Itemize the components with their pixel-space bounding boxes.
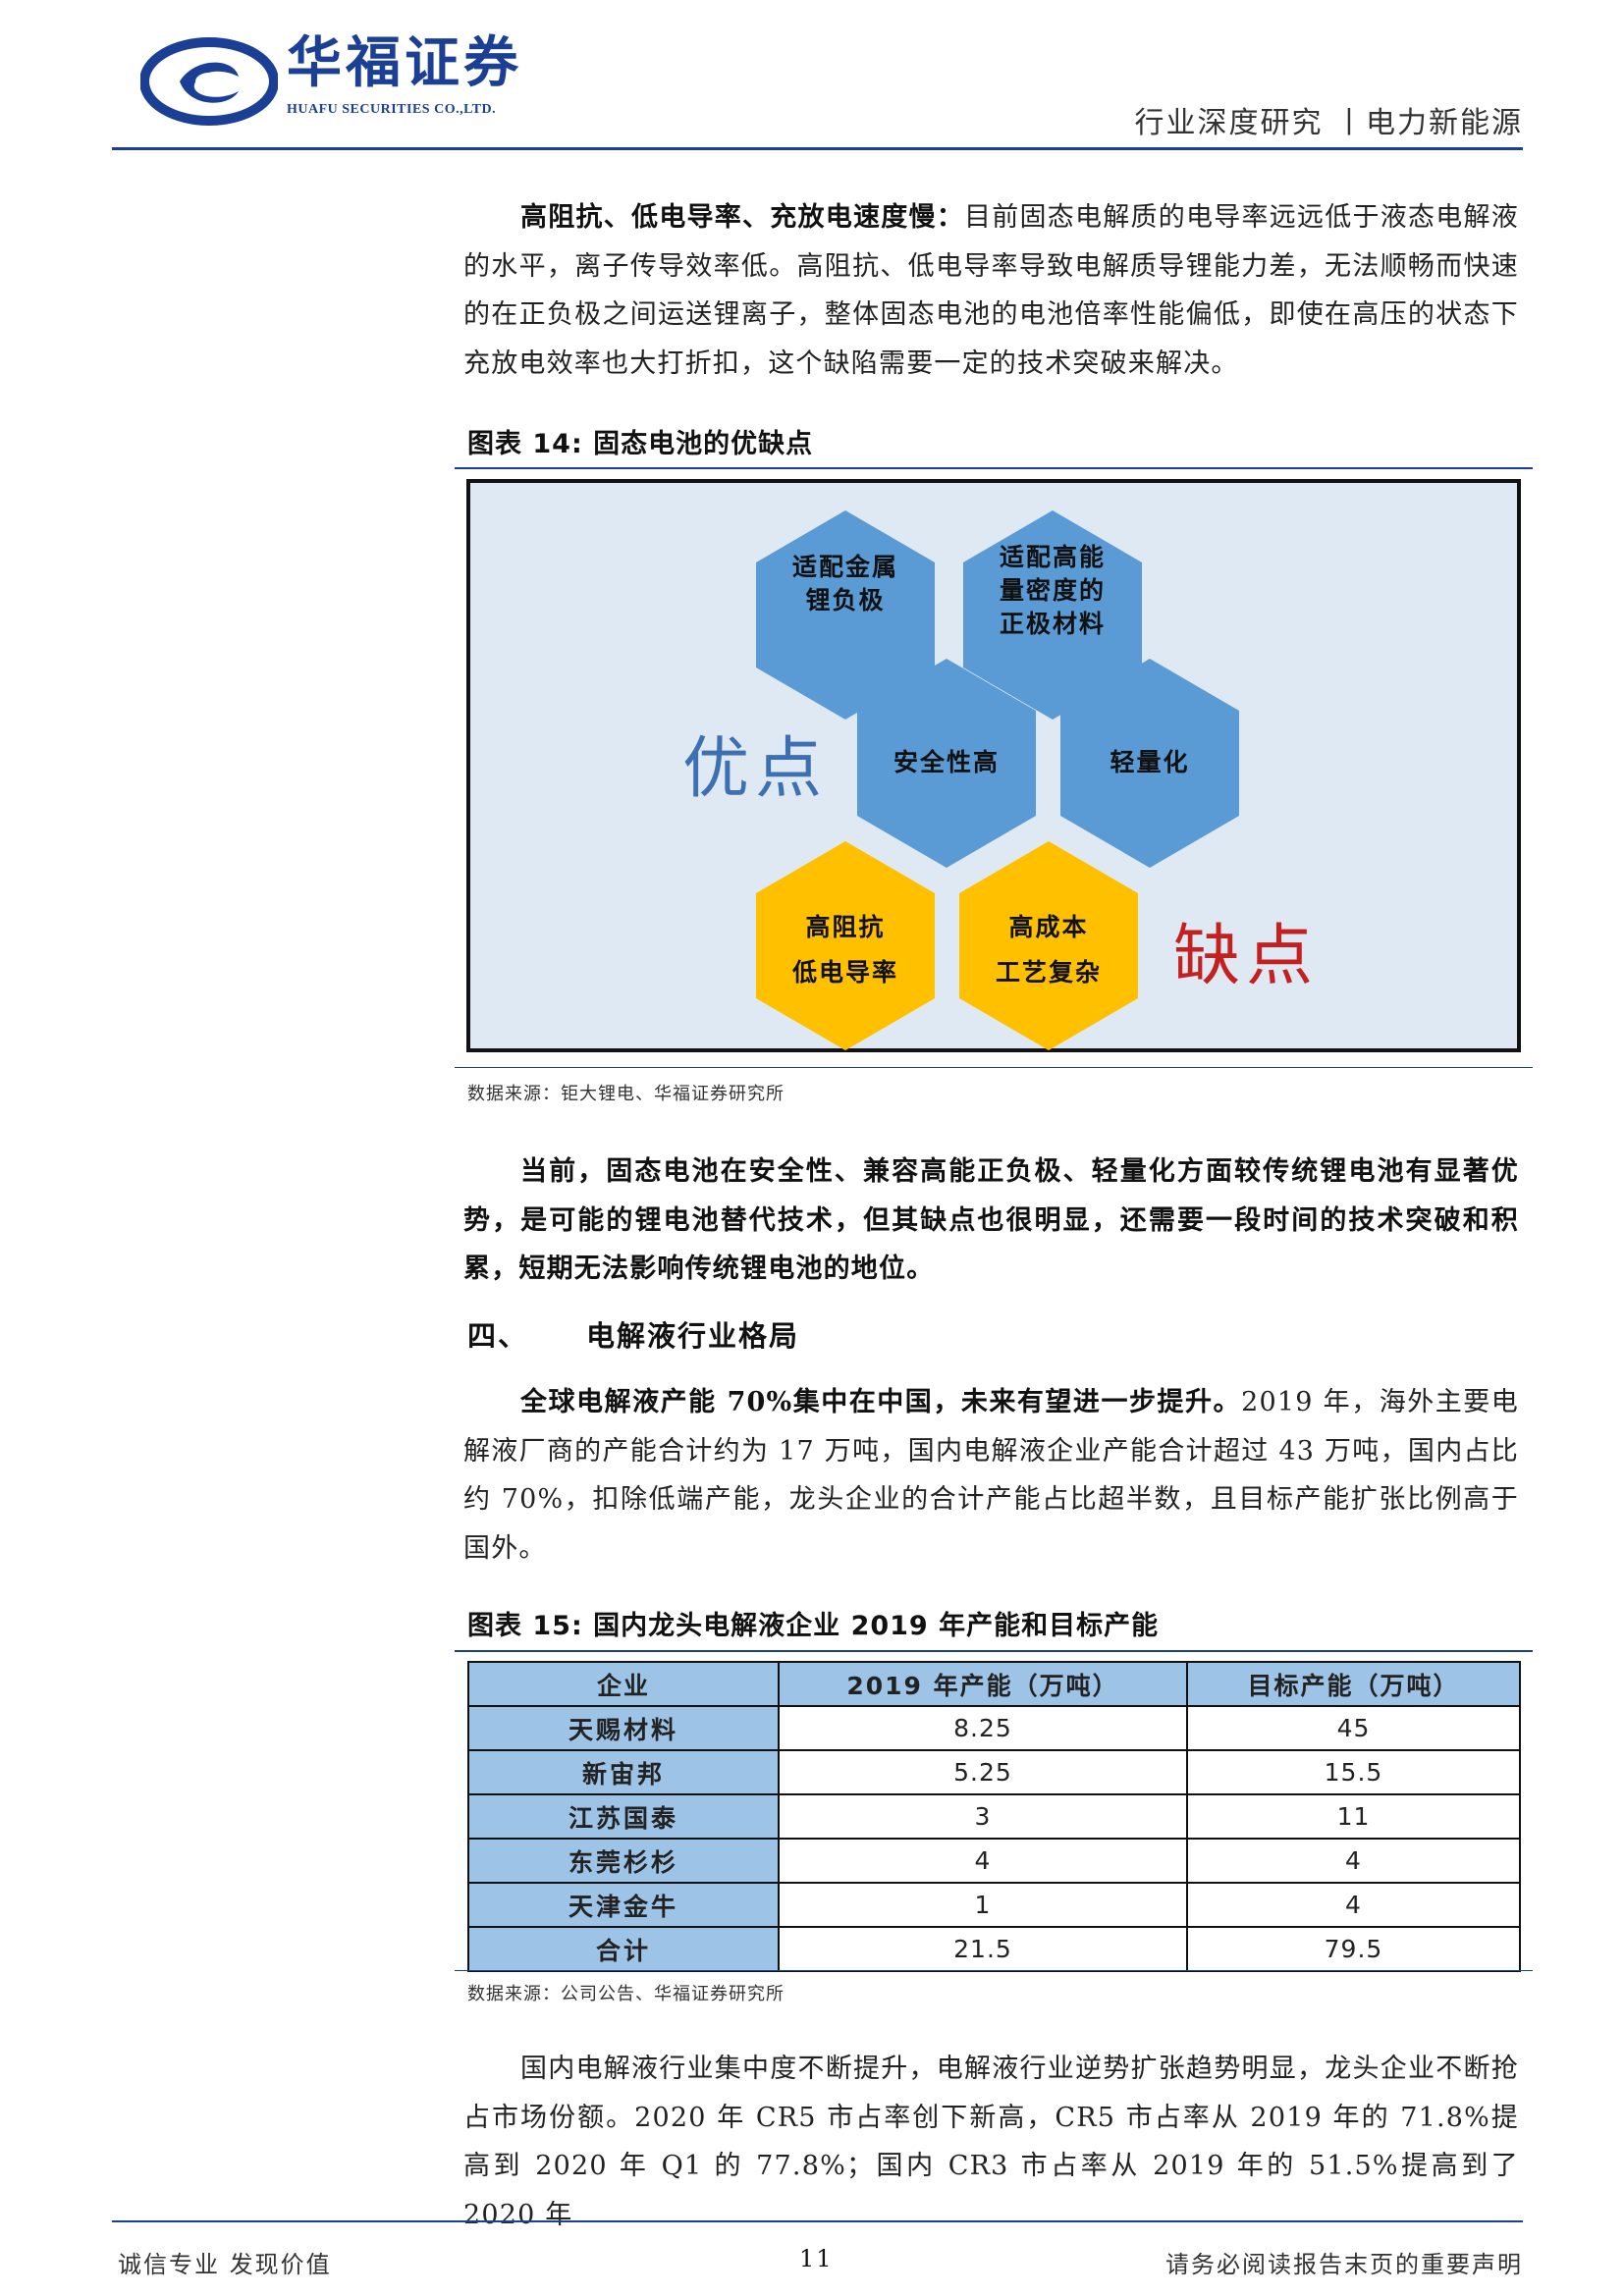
- header-divider: [112, 147, 1523, 150]
- column-header: 目标产能（万吨）: [1186, 1661, 1521, 1707]
- table-row: 新宙邦 5.25 15.5: [467, 1749, 1521, 1795]
- column-header: 企业: [467, 1661, 780, 1707]
- hexagon-label-high-energy-cathode: 适配高能 量密度的 正极材料: [999, 543, 1106, 638]
- company-cell: 东莞杉杉: [467, 1838, 780, 1884]
- figure-14-source: 数据来源：钜大锂电、华福证券研究所: [467, 1084, 785, 1104]
- figure-14-title: 图表 14: 固态电池的优缺点: [467, 429, 814, 459]
- company-cell: 天津金牛: [467, 1882, 780, 1928]
- paragraph-summary: 当前，固态电池在安全性、兼容高能正负极、轻量化方面较传统锂电池有显著优势，是可能…: [463, 1156, 1519, 1284]
- table-row: 江苏国泰 3 11: [467, 1793, 1521, 1840]
- target-capacity-cell: 4: [1186, 1882, 1521, 1928]
- footer-divider: [112, 2220, 1523, 2222]
- table-row: 东莞杉杉 4 4: [467, 1838, 1521, 1884]
- paragraph-lead: 全球电解液产能 70%集中在中国，未来有望进一步提升。: [520, 1387, 1242, 1417]
- company-cell: 合计: [467, 1926, 780, 1972]
- table-total-row: 合计 21.5 79.5: [467, 1926, 1521, 1972]
- figure-14-bottom-rule: [455, 1067, 1533, 1068]
- figure-15-top-rule: [455, 1650, 1533, 1652]
- table-row: 天津金牛 1 4: [467, 1882, 1521, 1928]
- table-row: 天赐材料 8.25 45: [467, 1705, 1521, 1751]
- table-header-row: 企业 2019 年产能（万吨） 目标产能（万吨）: [467, 1661, 1521, 1707]
- cons-heading: 缺点: [1173, 918, 1320, 995]
- target-capacity-cell: 79.5: [1186, 1926, 1521, 1972]
- company-cell: 天赐材料: [467, 1705, 780, 1751]
- capacity-2019-cell: 4: [778, 1838, 1188, 1884]
- footer-slogan: 诚信专业 发现价值: [118, 2251, 332, 2278]
- capacity-table: 企业 2019 年产能（万吨） 目标产能（万吨） 天赐材料 8.25 45 新宙…: [467, 1661, 1521, 1972]
- paragraph-global-capacity: 全球电解液产能 70%集中在中国，未来有望进一步提升。2019 年，海外主要电解…: [463, 1378, 1519, 1573]
- capacity-2019-cell: 3: [778, 1793, 1188, 1840]
- paragraph-disadvantages: 高阻抗、低电导率、充放电速度慢：目前固态电解质的电导率远远低于液态电解液的水平，…: [463, 193, 1519, 388]
- hexagon-label-high-impedance: 高阻抗 低电导率: [791, 913, 898, 987]
- section-number: 四、: [467, 1319, 529, 1353]
- paragraph-concentration: 国内电解液行业集中度不断提升，电解液行业逆势扩张趋势明显，龙头企业不断抢占市场份…: [463, 2054, 1519, 2230]
- figure-15-title: 图表 15: 国内龙头电解液企业 2019 年产能和目标产能: [467, 1611, 1160, 1641]
- logo-english-name: HUAFU SECURITIES CO.,LTD.: [287, 102, 497, 117]
- paragraph-lead: 高阻抗、低电导率、充放电速度慢：: [520, 202, 965, 233]
- company-logo-icon: [140, 37, 278, 126]
- column-header: 2019 年产能（万吨）: [778, 1661, 1188, 1707]
- hexagon-label-lightweight: 轻量化: [1110, 748, 1190, 776]
- footer-disclaimer: 请务必阅读报告末页的重要声明: [1165, 2251, 1523, 2278]
- logo-chinese-name: 华福证券: [287, 31, 522, 95]
- capacity-2019-cell: 1: [778, 1882, 1188, 1928]
- figure-15-source: 数据来源：公司公告、华福证券研究所: [467, 1984, 785, 2004]
- company-cell: 新宙邦: [467, 1749, 780, 1795]
- report-category: 行业深度研究 丨电力新能源: [1134, 106, 1523, 140]
- company-cell: 江苏国泰: [467, 1793, 780, 1840]
- capacity-2019-cell: 5.25: [778, 1749, 1188, 1795]
- hexagon-label-metal-anode: 适配金属 锂负极: [791, 553, 898, 614]
- page-number: 11: [799, 2245, 834, 2272]
- hexagon-label-safety: 安全性高: [893, 748, 1000, 776]
- figure-14-top-rule: [455, 467, 1533, 469]
- target-capacity-cell: 15.5: [1186, 1749, 1521, 1795]
- target-capacity-cell: 11: [1186, 1793, 1521, 1840]
- capacity-2019-cell: 8.25: [778, 1705, 1188, 1751]
- pros-heading: 优点: [682, 730, 829, 808]
- hexagon-label-high-cost: 高成本 工艺复杂: [995, 913, 1102, 987]
- target-capacity-cell: 4: [1186, 1838, 1521, 1884]
- section-title: 电解液行业格局: [586, 1319, 800, 1353]
- target-capacity-cell: 45: [1186, 1705, 1521, 1751]
- figure-15-bottom-rule: [455, 1970, 1533, 1971]
- capacity-2019-cell: 21.5: [778, 1926, 1188, 1972]
